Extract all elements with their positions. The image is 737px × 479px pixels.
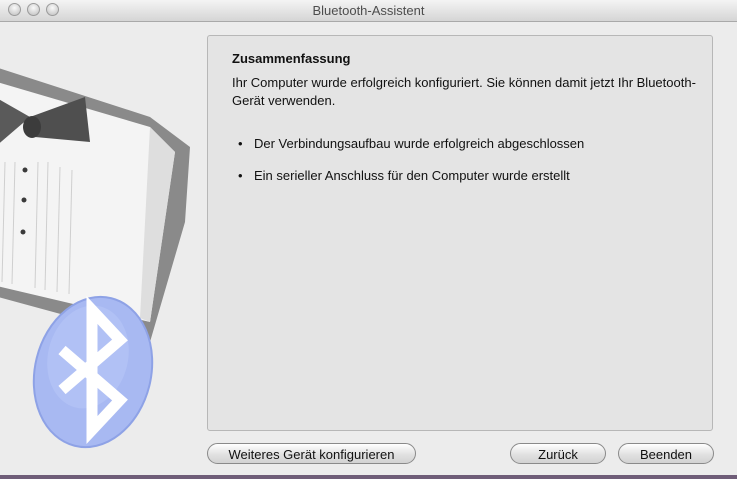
summary-description: Ihr Computer wurde erfolgreich konfiguri…	[232, 75, 696, 108]
list-item: • Ein serieller Anschluss für den Compute…	[238, 168, 584, 183]
tuxedo-illustration	[0, 22, 200, 479]
bluetooth-assistant-window: Bluetooth-Assistent Zusammenfassung Ihr …	[0, 0, 737, 479]
title-bar[interactable]: Bluetooth-Assistent	[0, 0, 737, 22]
bullet-glyph: •	[238, 168, 243, 183]
finish-button[interactable]: Beenden	[618, 443, 714, 464]
window-title: Bluetooth-Assistent	[312, 3, 425, 18]
back-button[interactable]: Zurück	[510, 443, 606, 464]
bullet-glyph: •	[238, 136, 243, 151]
bullet-text: Der Verbindungsaufbau wurde erfolgreich …	[254, 136, 585, 151]
bullet-text: Ein serieller Anschluss für den Computer…	[254, 168, 570, 183]
summary-heading: Zusammenfassung	[232, 51, 351, 66]
summary-panel: Zusammenfassung Ihr Computer wurde erfol…	[207, 35, 713, 431]
configure-another-device-button[interactable]: Weiteres Gerät konfigurieren	[207, 443, 416, 464]
summary-bullet-list: • Der Verbindungsaufbau wurde erfolgreich…	[238, 136, 584, 200]
list-item: • Der Verbindungsaufbau wurde erfolgreich…	[238, 136, 584, 151]
desktop-edge	[0, 475, 737, 479]
